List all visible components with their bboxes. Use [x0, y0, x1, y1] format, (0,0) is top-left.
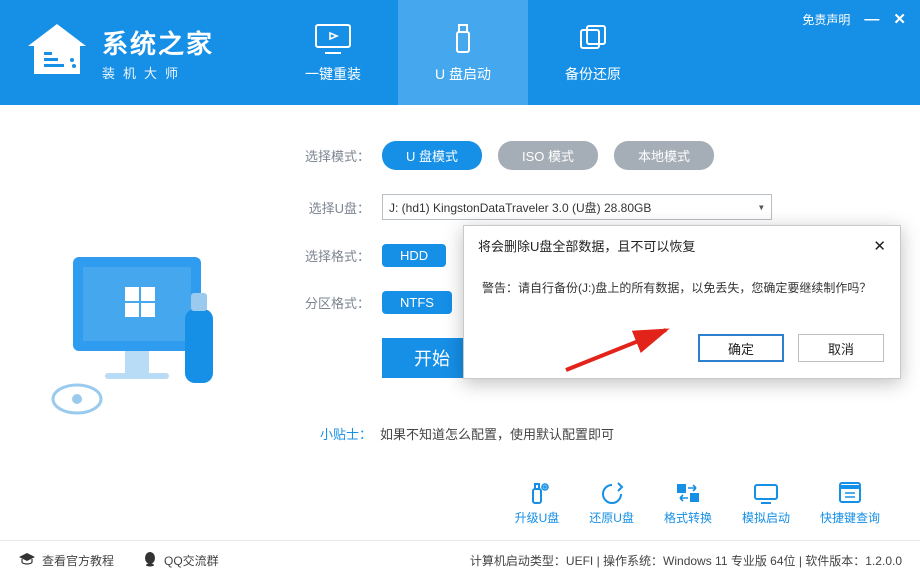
tool-format-convert[interactable]: 格式转换: [664, 481, 712, 526]
row-label: 选择模式：: [290, 146, 370, 165]
tip-line: 小贴士： 如果不知道怎么配置，使用默认配置即可: [320, 424, 880, 443]
tool-label: 快捷键查询: [820, 509, 880, 526]
row-label: 分区格式：: [290, 293, 370, 312]
qq-link[interactable]: QQ交流群: [142, 551, 219, 570]
disclaimer-link[interactable]: 免责声明: [802, 11, 850, 28]
logo-text: 系统之家 装机大师: [102, 24, 214, 82]
dialog-cancel-button[interactable]: 取消: [798, 334, 884, 362]
status-right: 计算机启动类型：UEFI | 操作系统：Windows 11 专业版 64位 |…: [470, 552, 902, 569]
tool-upgrade-usb[interactable]: 升级U盘: [515, 481, 560, 526]
row-label: 选择格式：: [290, 246, 370, 265]
tip-label: 小贴士：: [320, 427, 372, 442]
tool-label: 升级U盘: [515, 509, 560, 526]
tool-simulate-boot[interactable]: 模拟启动: [742, 481, 790, 526]
format-btn[interactable]: HDD: [382, 244, 446, 267]
header: 系统之家 装机大师 一键重装 U 盘启动 备份还原 免责声明 — ✕: [0, 0, 920, 105]
tab-label: 备份还原: [565, 64, 621, 84]
header-tabs: 一键重装 U 盘启动 备份还原: [268, 0, 658, 105]
app-title: 系统之家: [102, 24, 214, 61]
mode-local[interactable]: 本地模式: [614, 141, 714, 170]
usb-select-value: J: (hd1) KingstonDataTraveler 3.0 (U盘) 2…: [389, 199, 651, 216]
qq-label: QQ交流群: [164, 552, 219, 569]
tab-reinstall[interactable]: 一键重装: [268, 0, 398, 105]
status-bar: 查看官方教程 QQ交流群 计算机启动类型：UEFI | 操作系统：Windows…: [0, 540, 920, 580]
usb-select[interactable]: J: (hd1) KingstonDataTraveler 3.0 (U盘) 2…: [382, 194, 772, 220]
close-icon[interactable]: ✕: [893, 10, 906, 28]
tool-label: 格式转换: [664, 509, 712, 526]
tool-label: 模拟启动: [742, 509, 790, 526]
tab-label: 一键重装: [305, 64, 361, 84]
illustration: [0, 105, 290, 540]
mode-iso[interactable]: ISO 模式: [498, 141, 598, 170]
tab-backup-restore[interactable]: 备份还原: [528, 0, 658, 105]
dialog-title: 将会删除U盘全部数据，且不可以恢复: [478, 236, 695, 255]
dialog-body: 警告：请自行备份(J:)盘上的所有数据，以免丢失，您确定要继续制作吗？: [464, 265, 900, 324]
house-logo-icon: [24, 22, 90, 83]
app-subtitle: 装机大师: [102, 63, 214, 82]
mode-usb[interactable]: U 盘模式: [382, 141, 482, 170]
qq-icon: [142, 551, 158, 570]
tutorial-label: 查看官方教程: [42, 552, 114, 569]
row-mode: 选择模式： U 盘模式 ISO 模式 本地模式: [290, 141, 880, 170]
tip-text: 如果不知道怎么配置，使用默认配置即可: [380, 427, 614, 442]
window-controls: 免责声明 — ✕: [802, 10, 906, 28]
dialog-close-icon[interactable]: ✕: [873, 237, 886, 255]
tool-hotkey-lookup[interactable]: 快捷键查询: [820, 481, 880, 526]
logo-area: 系统之家 装机大师: [0, 0, 238, 105]
partition-btn[interactable]: NTFS: [382, 291, 452, 314]
tool-row: 升级U盘 还原U盘 格式转换 模拟启动 快捷键查询: [515, 481, 880, 526]
tool-restore-usb[interactable]: 还原U盘: [589, 481, 634, 526]
minimize-icon[interactable]: —: [864, 11, 879, 28]
hat-icon: [18, 552, 36, 569]
confirm-dialog: 将会删除U盘全部数据，且不可以恢复 ✕ 警告：请自行备份(J:)盘上的所有数据，…: [463, 225, 901, 379]
tutorial-link[interactable]: 查看官方教程: [18, 552, 114, 569]
tool-label: 还原U盘: [589, 509, 634, 526]
mode-pills: U 盘模式 ISO 模式 本地模式: [382, 141, 714, 170]
row-label: 选择U盘：: [290, 198, 370, 217]
tab-label: U 盘启动: [435, 64, 491, 84]
dialog-ok-button[interactable]: 确定: [698, 334, 784, 362]
row-select-usb: 选择U盘： J: (hd1) KingstonDataTraveler 3.0 …: [290, 194, 880, 220]
tab-usb-boot[interactable]: U 盘启动: [398, 0, 528, 105]
